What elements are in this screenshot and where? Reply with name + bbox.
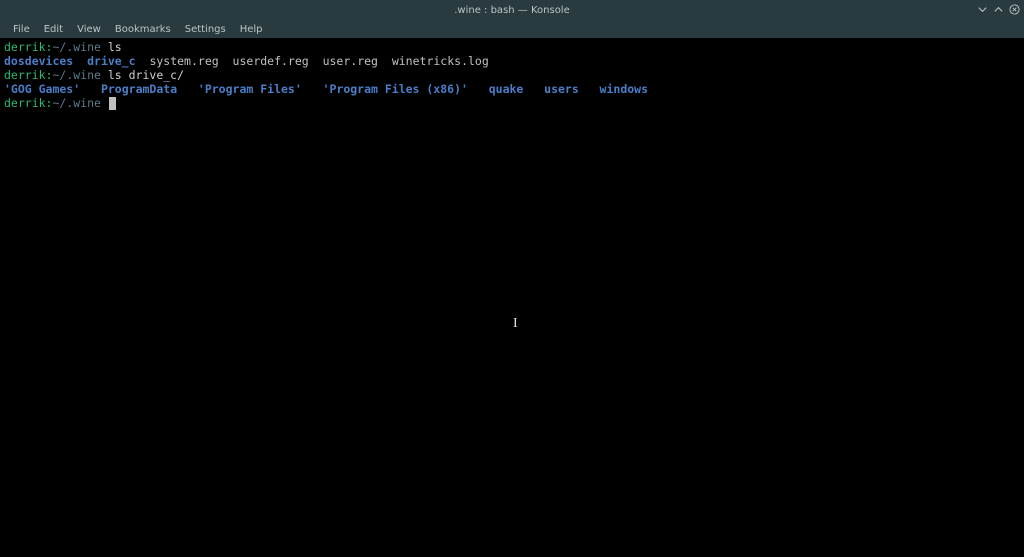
menu-settings[interactable]: Settings <box>178 22 233 37</box>
ls-directory: dosdevices <box>4 54 73 68</box>
close-icon <box>1009 4 1020 15</box>
close-button[interactable] <box>1008 3 1020 15</box>
terminal-cursor <box>109 97 116 110</box>
chevron-down-icon <box>977 4 988 15</box>
ls-file: winetricks.log <box>392 54 489 68</box>
command-text: ls <box>108 40 122 54</box>
ls-directory: quake <box>489 82 524 96</box>
chevron-up-icon <box>993 4 1004 15</box>
prompt-path: ~/.wine <box>52 96 107 110</box>
ls-directory: 'Program Files (x86)' <box>323 82 468 96</box>
menu-file[interactable]: File <box>6 22 37 37</box>
prompt-user: derrik: <box>4 40 52 54</box>
menu-view[interactable]: View <box>70 22 108 37</box>
prompt-path: ~/.wine <box>52 40 107 54</box>
prompt-user: derrik: <box>4 96 52 110</box>
ls-directory: windows <box>600 82 648 96</box>
command-text: ls drive_c/ <box>108 68 184 82</box>
ls-directory: drive_c <box>87 54 135 68</box>
window-title: .wine : bash — Konsole <box>454 5 570 16</box>
prompt-user: derrik: <box>4 68 52 82</box>
menu-bookmarks[interactable]: Bookmarks <box>108 22 178 37</box>
window-titlebar: .wine : bash — Konsole <box>0 0 1024 20</box>
menu-edit[interactable]: Edit <box>37 22 70 37</box>
ls-file: user.reg <box>323 54 378 68</box>
window-controls <box>976 3 1020 15</box>
ls-directory: users <box>544 82 579 96</box>
menubar: File Edit View Bookmarks Settings Help <box>0 20 1024 38</box>
prompt-path: ~/.wine <box>52 68 107 82</box>
ls-file: userdef.reg <box>233 54 309 68</box>
ls-directory: 'Program Files' <box>198 82 302 96</box>
ls-file: system.reg <box>149 54 218 68</box>
ls-directory: ProgramData <box>101 82 177 96</box>
minimize-button[interactable] <box>976 3 988 15</box>
terminal-area[interactable]: derrik:~/.wine ls dosdevices drive_c sys… <box>0 38 1024 557</box>
ls-directory: 'GOG Games' <box>4 82 80 96</box>
maximize-button[interactable] <box>992 3 1004 15</box>
menu-help[interactable]: Help <box>233 22 270 37</box>
